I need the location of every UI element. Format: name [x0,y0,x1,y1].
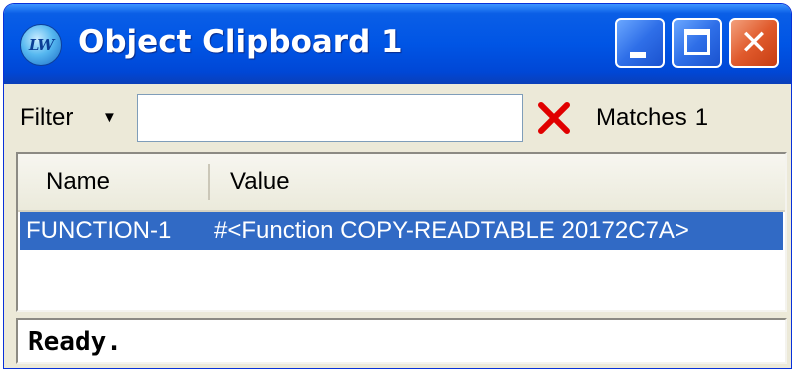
close-button[interactable]: ✕ [729,18,779,68]
list-row-selected[interactable]: FUNCTION-1 #<Function COPY-READTABLE 201… [20,212,783,250]
clear-filter-icon[interactable] [532,96,576,140]
list-header: Name Value [18,154,785,212]
column-header-name[interactable]: Name [46,162,110,202]
maximize-icon [684,29,710,55]
column-divider[interactable] [208,164,210,200]
status-bar: Ready. [16,318,787,364]
maximize-button[interactable] [672,18,722,68]
row-value-cell: #<Function COPY-READTABLE 20172C7A> [214,217,689,244]
app-icon: LW [20,24,62,66]
title-bar[interactable]: LW Object Clipboard 1 ✕ [4,4,791,84]
filter-input[interactable] [137,94,523,142]
filter-toolbar: Filter ▼ Matches 1 [4,84,791,152]
minimize-button[interactable] [615,18,665,68]
matches-count: 1 [694,104,709,131]
filter-dropdown-label[interactable]: Filter [20,99,73,137]
object-clipboard-window: LW Object Clipboard 1 ✕ Filter ▼ Matches… [4,4,791,368]
minimize-icon [630,52,646,58]
object-list[interactable]: Name Value FUNCTION-1 #<Function COPY-RE… [16,152,787,312]
close-icon: ✕ [739,23,769,63]
column-header-value[interactable]: Value [230,162,290,202]
matches-indicator: Matches 1 [596,99,716,137]
window-title: Object Clipboard 1 [78,24,403,60]
status-text: Ready. [28,327,122,357]
matches-label: Matches [596,104,687,131]
chevron-down-icon[interactable]: ▼ [102,99,117,137]
row-name-cell: FUNCTION-1 [26,217,172,244]
